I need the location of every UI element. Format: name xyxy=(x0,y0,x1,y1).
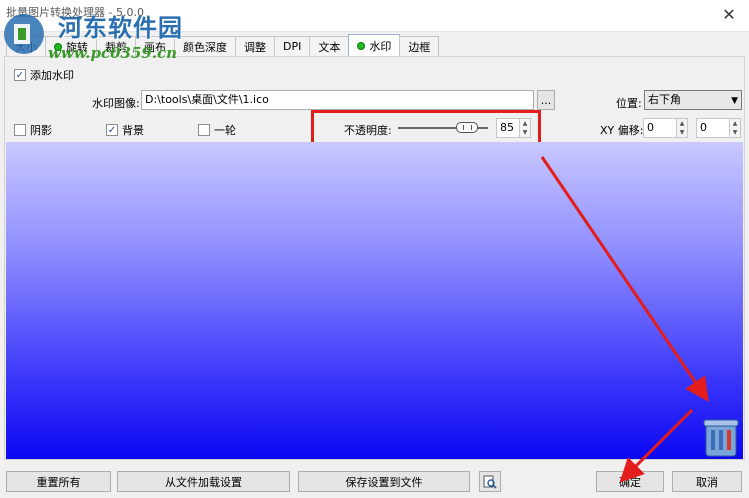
spin-up-icon[interactable]: ▲ xyxy=(730,119,740,128)
xy-offset-label: XY 偏移: xyxy=(600,124,644,137)
close-button[interactable]: ✕ xyxy=(719,6,739,24)
checkbox-check-icon: ✓ xyxy=(106,124,118,136)
tab-label: 颜色深度 xyxy=(183,40,227,54)
site-url-watermark: www.pc0359.cn xyxy=(48,44,178,62)
chevron-down-icon: ▼ xyxy=(731,96,738,106)
checkbox-box xyxy=(14,124,26,136)
site-name-watermark: 河东软件园 xyxy=(58,13,183,42)
tab-border[interactable]: 边框 xyxy=(399,36,440,56)
spin-up-icon[interactable]: ▲ xyxy=(677,119,687,128)
recycle-bin-icon xyxy=(703,419,739,457)
tab-text[interactable]: 文本 xyxy=(309,36,350,56)
preview-button[interactable] xyxy=(479,471,501,492)
tab-label: DPI xyxy=(283,40,302,53)
checkbox-check-icon: ✓ xyxy=(14,69,26,81)
checkbox-box xyxy=(198,124,210,136)
shadow-label: 阴影 xyxy=(30,124,52,137)
add-watermark-label: 添加水印 xyxy=(30,69,74,82)
tab-label: 调整 xyxy=(244,40,266,54)
tab-dpi[interactable]: DPI xyxy=(274,36,311,56)
x-offset-input[interactable]: 0 xyxy=(643,118,677,138)
tab-color-depth[interactable]: 颜色深度 xyxy=(174,36,236,56)
y-offset-input[interactable]: 0 xyxy=(696,118,730,138)
round-checkbox[interactable]: 一轮 xyxy=(198,122,236,138)
background-label: 背景 xyxy=(122,124,144,137)
save-settings-button[interactable]: 保存设置到文件 xyxy=(298,471,470,492)
load-settings-button[interactable]: 从文件加载设置 xyxy=(117,471,290,492)
browse-button[interactable]: ... xyxy=(537,90,555,110)
spin-down-icon[interactable]: ▼ xyxy=(677,128,687,137)
tab-label: 水印 xyxy=(369,39,392,53)
x-offset-stepper[interactable]: ▲ ▼ xyxy=(676,118,688,138)
preview-area xyxy=(6,142,743,459)
position-label: 位置: xyxy=(616,97,642,110)
enabled-dot-icon xyxy=(357,41,366,50)
background-checkbox[interactable]: ✓ 背景 xyxy=(106,122,144,138)
position-select[interactable]: 右下角 ▼ xyxy=(644,90,742,110)
round-label: 一轮 xyxy=(214,124,236,137)
add-watermark-checkbox[interactable]: ✓ 添加水印 xyxy=(14,67,74,83)
watermark-image-label: 水印图像: xyxy=(92,97,140,110)
spin-down-icon[interactable]: ▼ xyxy=(730,128,740,137)
preview-magnifier-icon xyxy=(483,475,497,489)
tab-label: 边框 xyxy=(408,40,431,54)
y-offset-stepper[interactable]: ▲ ▼ xyxy=(729,118,741,138)
reset-all-button[interactable]: 重置所有 xyxy=(6,471,111,492)
tab-watermark[interactable]: 水印 xyxy=(348,34,401,56)
tab-label: 文本 xyxy=(318,40,341,54)
tab-adjust[interactable]: 调整 xyxy=(235,36,275,56)
site-logo-icon xyxy=(4,14,44,54)
watermark-image-path-field[interactable]: D:\tools\桌面\文件\1.ico xyxy=(141,90,534,110)
position-value: 右下角 xyxy=(648,93,681,106)
cancel-button[interactable]: 取消 xyxy=(672,471,742,492)
shadow-checkbox[interactable]: 阴影 xyxy=(14,122,52,138)
ok-button[interactable]: 确定 xyxy=(596,471,664,492)
